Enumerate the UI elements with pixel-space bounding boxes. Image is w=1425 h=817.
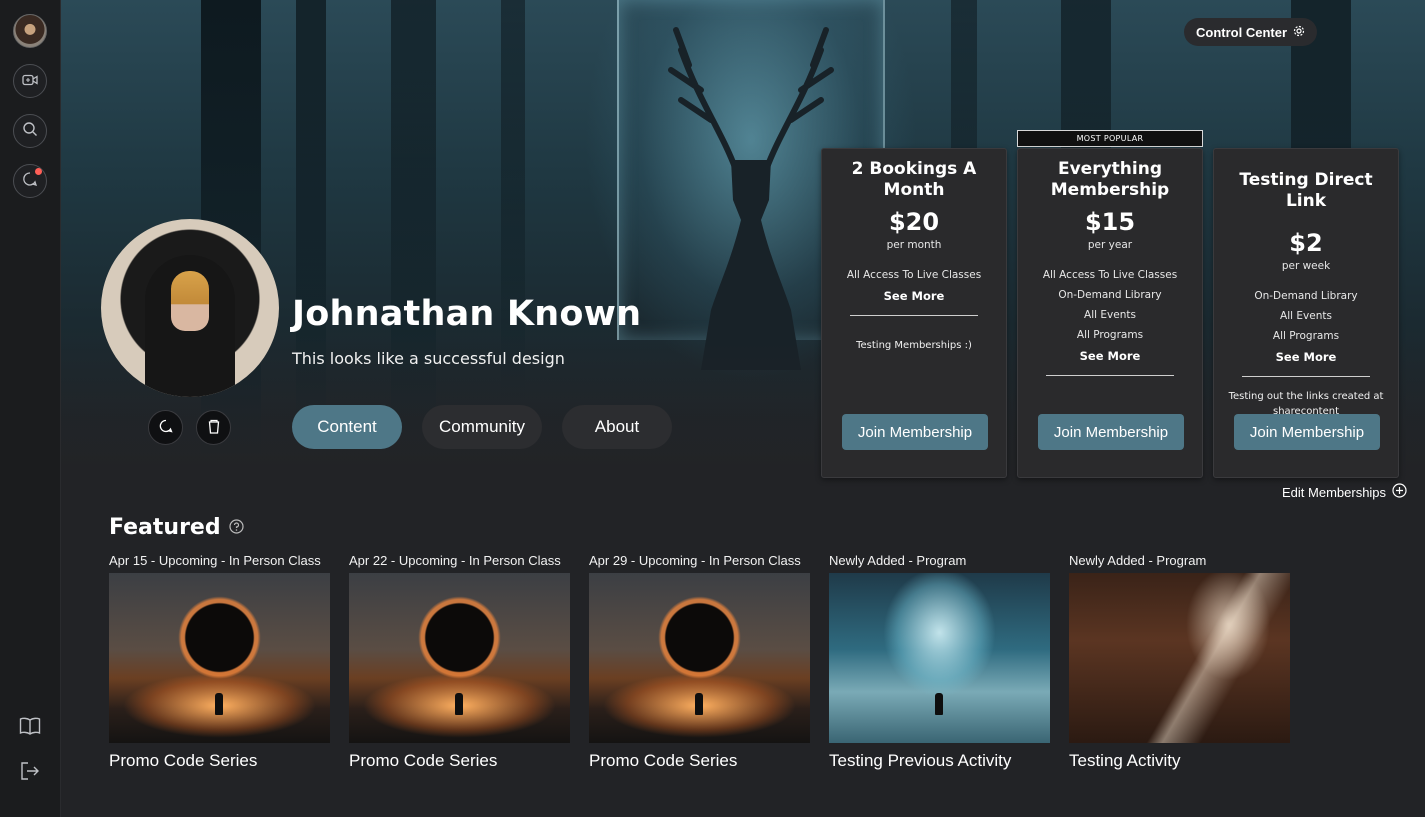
membership-feature: All Programs [1076, 329, 1144, 341]
membership-feature: All Events [1084, 309, 1136, 321]
chat-icon [159, 418, 173, 437]
membership-card: Testing Direct Link $2 per week On-Deman… [1213, 148, 1399, 478]
featured-thumbnail[interactable] [829, 573, 1050, 743]
featured-meta: Apr 15 - Upcoming - In Person Class [109, 553, 321, 568]
search-icon [22, 121, 38, 141]
featured-item[interactable]: Newly Added - Program Testing Activity [1069, 553, 1290, 771]
featured-meta: Newly Added - Program [1069, 553, 1207, 568]
featured-caption[interactable]: Promo Code Series [589, 751, 810, 771]
featured-caption[interactable]: Promo Code Series [349, 751, 570, 771]
membership-card: 2 Bookings A Month $20 per month All Acc… [821, 148, 1007, 478]
chat-button[interactable] [13, 164, 47, 198]
edit-memberships-link[interactable]: Edit Memberships [1282, 483, 1407, 501]
featured-item[interactable]: Apr 29 - Upcoming - In Person Class Prom… [589, 553, 810, 771]
featured-caption[interactable]: Testing Previous Activity [829, 751, 1050, 771]
video-icon [22, 72, 38, 91]
see-more-link[interactable]: See More [1018, 349, 1202, 363]
message-button[interactable] [148, 410, 183, 445]
membership-feature: All Programs [1272, 330, 1340, 342]
membership-title: Testing Direct Link [1239, 170, 1373, 211]
membership-feature: On-Demand Library [1254, 290, 1358, 302]
book-icon [19, 717, 41, 739]
featured-item[interactable]: Apr 15 - Upcoming - In Person Class Prom… [109, 553, 330, 771]
membership-title: Everything Membership [1050, 159, 1170, 200]
see-more-link[interactable]: See More [1214, 350, 1398, 364]
membership-period: per year [1087, 239, 1133, 251]
see-more-link[interactable]: See More [822, 289, 1006, 303]
profile-avatar [101, 219, 279, 397]
library-button[interactable] [15, 713, 45, 743]
search-button[interactable] [13, 114, 47, 148]
control-center-label: Control Center [1196, 24, 1287, 40]
membership-period: per month [886, 239, 942, 251]
tab-content[interactable]: Content [292, 405, 402, 449]
divider [1242, 376, 1370, 377]
notification-dot [35, 168, 42, 175]
featured-meta: Newly Added - Program [829, 553, 967, 568]
featured-heading: Featured [109, 515, 244, 540]
membership-price: $2 [1289, 229, 1323, 257]
plus-circle-icon [1392, 483, 1407, 501]
membership-feature: All Events [1280, 310, 1332, 322]
tab-about[interactable]: About [562, 405, 672, 449]
profile-name: Johnathan Known [292, 294, 642, 334]
membership-card: Everything Membership $15 per year All A… [1017, 148, 1203, 478]
membership-title: 2 Bookings A Month [851, 159, 977, 200]
edit-memberships-label: Edit Memberships [1282, 484, 1387, 500]
featured-thumbnail[interactable] [349, 573, 570, 743]
most-popular-badge: MOST POPULAR [1017, 130, 1203, 147]
cup-icon [208, 418, 220, 438]
profile-tagline: This looks like a successful design [292, 349, 565, 368]
sidebar [0, 0, 61, 817]
avatar[interactable] [13, 14, 47, 48]
membership-feature: All Access To Live Classes [846, 269, 982, 281]
featured-title: Featured [109, 515, 221, 540]
tab-community[interactable]: Community [422, 405, 542, 449]
featured-thumbnail[interactable] [589, 573, 810, 743]
featured-caption[interactable]: Testing Activity [1069, 751, 1290, 771]
membership-period: per week [1281, 260, 1331, 272]
join-membership-button[interactable]: Join Membership [1234, 414, 1380, 450]
featured-caption[interactable]: Promo Code Series [109, 751, 330, 771]
join-membership-button[interactable]: Join Membership [842, 414, 988, 450]
membership-price: $20 [888, 208, 940, 236]
membership-description: Testing Memberships :) [856, 340, 972, 351]
featured-thumbnail[interactable] [109, 573, 330, 743]
membership-price: $15 [1084, 208, 1136, 236]
membership-feature: On-Demand Library [1058, 289, 1162, 301]
logout-button[interactable] [15, 758, 45, 788]
video-button[interactable] [13, 64, 47, 98]
logout-icon [20, 762, 40, 784]
featured-meta: Apr 29 - Upcoming - In Person Class [589, 553, 801, 568]
featured-meta: Apr 22 - Upcoming - In Person Class [349, 553, 561, 568]
membership-feature: All Access To Live Classes [1042, 269, 1178, 281]
featured-item[interactable]: Apr 22 - Upcoming - In Person Class Prom… [349, 553, 570, 771]
gear-icon [1293, 25, 1305, 40]
tip-button[interactable] [196, 410, 231, 445]
featured-item[interactable]: Newly Added - Program Testing Previous A… [829, 553, 1050, 771]
join-membership-button[interactable]: Join Membership [1038, 414, 1184, 450]
divider [850, 315, 978, 316]
help-icon[interactable] [229, 515, 244, 540]
featured-thumbnail[interactable] [1069, 573, 1290, 743]
control-center-button[interactable]: Control Center [1184, 18, 1317, 46]
divider [1046, 375, 1174, 376]
